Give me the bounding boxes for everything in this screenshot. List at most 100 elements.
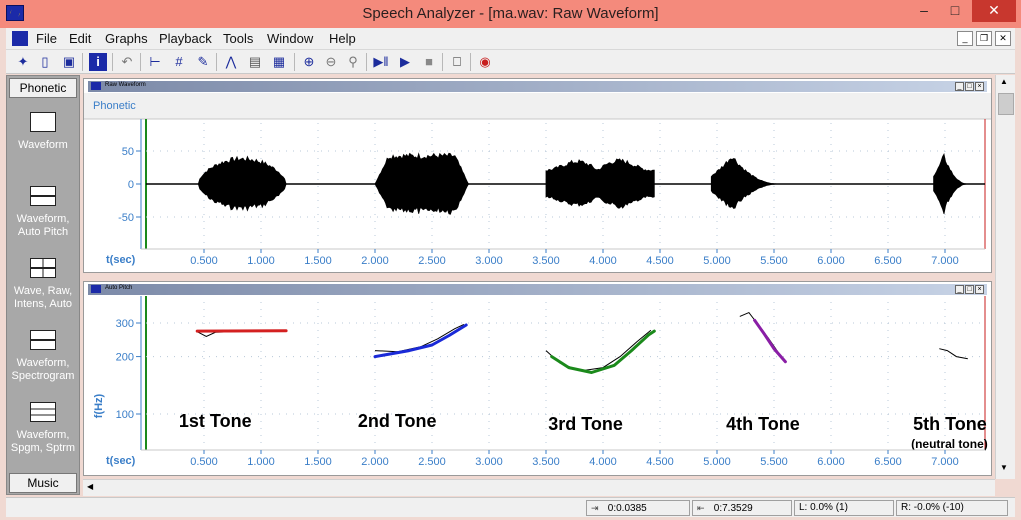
raw-pitch-contour — [545, 329, 652, 372]
x-tick-label: 1.000 — [247, 255, 275, 267]
segment-icon[interactable]: ⊢ — [146, 53, 164, 71]
stop-icon[interactable]: ■ — [420, 53, 438, 71]
layout-wave-raw-intens-auto-label: Wave, Raw, Intens, Auto — [13, 285, 73, 310]
close-button[interactable]: ✕ — [972, 0, 1016, 22]
waveform-burst — [933, 152, 968, 215]
layout-waveform-spgm-sptrm-label: Waveform, Spgm, Sptrm — [10, 429, 76, 454]
waveform-burst — [197, 155, 287, 212]
layout-waveform-autopitch-button[interactable]: Waveform, Auto Pitch — [7, 186, 79, 239]
menu-tools[interactable]: Tools — [223, 31, 253, 46]
menu-playback[interactable]: Playback — [159, 31, 212, 46]
x-tick-label: 2.000 — [361, 456, 389, 468]
horizontal-scrollbar[interactable]: ◀ — [83, 479, 995, 496]
status-length-value: 0:7.3529 — [713, 503, 753, 514]
tab-phonetic[interactable]: Phonetic — [9, 78, 77, 98]
pane-close-button[interactable]: × — [975, 82, 984, 91]
scroll-up-icon[interactable]: ▲ — [1000, 77, 1008, 86]
edit-icon[interactable]: ✎ — [194, 53, 212, 71]
x-tick-label: 0.500 — [190, 456, 218, 468]
graph-icon — [91, 82, 101, 90]
scroll-left-icon[interactable]: ◀ — [87, 482, 93, 491]
pointer-icon[interactable]: ✦ — [14, 53, 32, 71]
layout-waveform-autopitch-label: Waveform, Auto Pitch — [16, 213, 70, 238]
raw-waveform-pane[interactable]: Raw Waveform _ □ × Phonetic 50 0 -50 0.500… — [83, 78, 992, 273]
maximize-button[interactable]: □ — [940, 0, 970, 22]
waveform-x-axis-label: t(sec) — [106, 254, 136, 266]
tape-icon[interactable]: ⎕ — [448, 53, 466, 71]
graph-type-panel: Phonetic Waveform Waveform, Auto Pitch W… — [6, 75, 80, 495]
pane-close-button[interactable]: × — [975, 285, 984, 294]
mdi-close-button[interactable]: ✕ — [995, 31, 1011, 46]
x-tick-label: 4.500 — [646, 456, 674, 468]
auto-pitch-pane[interactable]: Auto Pitch _ □ × 1st Tone 2nd Tone 3rd Ton… — [83, 281, 992, 476]
menu-graphs[interactable]: Graphs — [105, 31, 148, 46]
add-segment-icon[interactable]: # — [170, 53, 188, 71]
x-tick-label: 3.000 — [475, 255, 503, 267]
mdi-minimize-button[interactable]: _ — [957, 31, 973, 46]
play-start-icon[interactable]: ▶‖ — [372, 53, 390, 71]
tab-music[interactable]: Music — [9, 473, 77, 493]
waveform-burst — [710, 158, 780, 209]
status-bar: ⇥ 0:0.0385 ⇤ 0:7.3529 L: 0.0% (1) R: -0.… — [6, 497, 1015, 517]
layout-waveform-label: Waveform — [18, 139, 68, 151]
pane-maximize-button[interactable]: □ — [965, 82, 974, 91]
menu-bar: File Edit Graphs Playback Tools Window H… — [6, 28, 1015, 50]
info-icon[interactable]: i — [89, 53, 107, 71]
vertical-scroll-thumb[interactable] — [998, 93, 1014, 115]
two-graph-icon — [30, 330, 56, 350]
x-tick-label: 5.500 — [760, 456, 788, 468]
x-tick-label: 2.000 — [361, 255, 389, 267]
scroll-down-icon[interactable]: ▼ — [1000, 463, 1008, 472]
auto-pitch-header: Auto Pitch _ □ × — [88, 284, 987, 295]
raw-waveform-graph[interactable]: Phonetic 50 0 -50 0.500 1.000 1.500 2.000 2.50… — [84, 93, 991, 273]
x-tick-label: 2.500 — [418, 456, 446, 468]
x-tick-label: 7.000 — [931, 255, 959, 267]
status-right-channel: R: -0.0% (-10) — [896, 500, 1008, 516]
pitch-icon[interactable]: ⋀ — [222, 53, 240, 71]
save-icon[interactable]: ▣ — [60, 53, 78, 71]
menu-edit[interactable]: Edit — [69, 31, 91, 46]
open-icon[interactable]: ▯ — [36, 53, 54, 71]
layout-waveform-spgm-sptrm-button[interactable]: Waveform, Spgm, Sptrm — [7, 402, 79, 455]
x-tick-label: 1.000 — [247, 456, 275, 468]
x-tick-label: 3.500 — [532, 255, 560, 267]
menu-file[interactable]: File — [36, 31, 57, 46]
layout-waveform-spectrogram-button[interactable]: Waveform, Spectrogram — [7, 330, 79, 383]
menu-help[interactable]: Help — [329, 31, 356, 46]
status-length: ⇤ 0:7.3529 — [692, 500, 792, 516]
auto-pitch-graph[interactable]: 1st Tone 2nd Tone 3rd Tone 4th Tone 5th Tone… — [84, 296, 991, 476]
zoom-in-icon[interactable]: ⊕ — [300, 53, 318, 71]
play-icon[interactable]: ▶ — [396, 53, 414, 71]
layout-waveform-button[interactable]: Waveform — [7, 112, 79, 152]
vertical-scrollbar[interactable]: ▲ ▼ — [995, 75, 1015, 479]
cursor-position-icon: ⇥ — [591, 503, 599, 513]
auto-pitch-title: Auto Pitch — [105, 285, 133, 291]
record-icon[interactable]: ◉ — [476, 53, 494, 71]
raw-waveform-header: Raw Waveform _ □ × — [88, 81, 987, 92]
pane-minimize-button[interactable]: _ — [955, 285, 964, 294]
phonetic-annotation-bar — [84, 93, 991, 119]
document-icon[interactable] — [12, 31, 28, 46]
x-tick-label: 3.500 — [532, 456, 560, 468]
pitch-x-axis-label: t(sec) — [106, 455, 136, 467]
x-tick-label: 1.500 — [304, 456, 332, 468]
zoom-all-icon[interactable]: ⚲ — [344, 53, 362, 71]
undo-icon[interactable]: ↶ — [118, 53, 136, 71]
waveform-burst — [374, 152, 469, 215]
menu-window[interactable]: Window — [267, 31, 313, 46]
y-tick-label: 0 — [128, 179, 134, 191]
x-tick-label: 7.000 — [931, 456, 959, 468]
pane-maximize-button[interactable]: □ — [965, 285, 974, 294]
layout-wave-raw-intens-auto-button[interactable]: Wave, Raw, Intens, Auto — [7, 258, 79, 311]
waveform-icon[interactable]: ▤ — [246, 53, 264, 71]
minimize-button[interactable]: – — [909, 0, 939, 22]
fitted-pitch-contour — [753, 318, 787, 364]
status-position: ⇥ 0:0.0385 — [586, 500, 690, 516]
mdi-restore-button[interactable]: ❐ — [976, 31, 992, 46]
two-graph-icon — [30, 186, 56, 206]
status-left-channel: L: 0.0% (1) — [794, 500, 894, 516]
pane-minimize-button[interactable]: _ — [955, 82, 964, 91]
zoom-out-icon[interactable]: ⊖ — [322, 53, 340, 71]
status-position-value: 0:0.0385 — [607, 503, 647, 514]
spectrum-icon[interactable]: ▦ — [270, 53, 288, 71]
